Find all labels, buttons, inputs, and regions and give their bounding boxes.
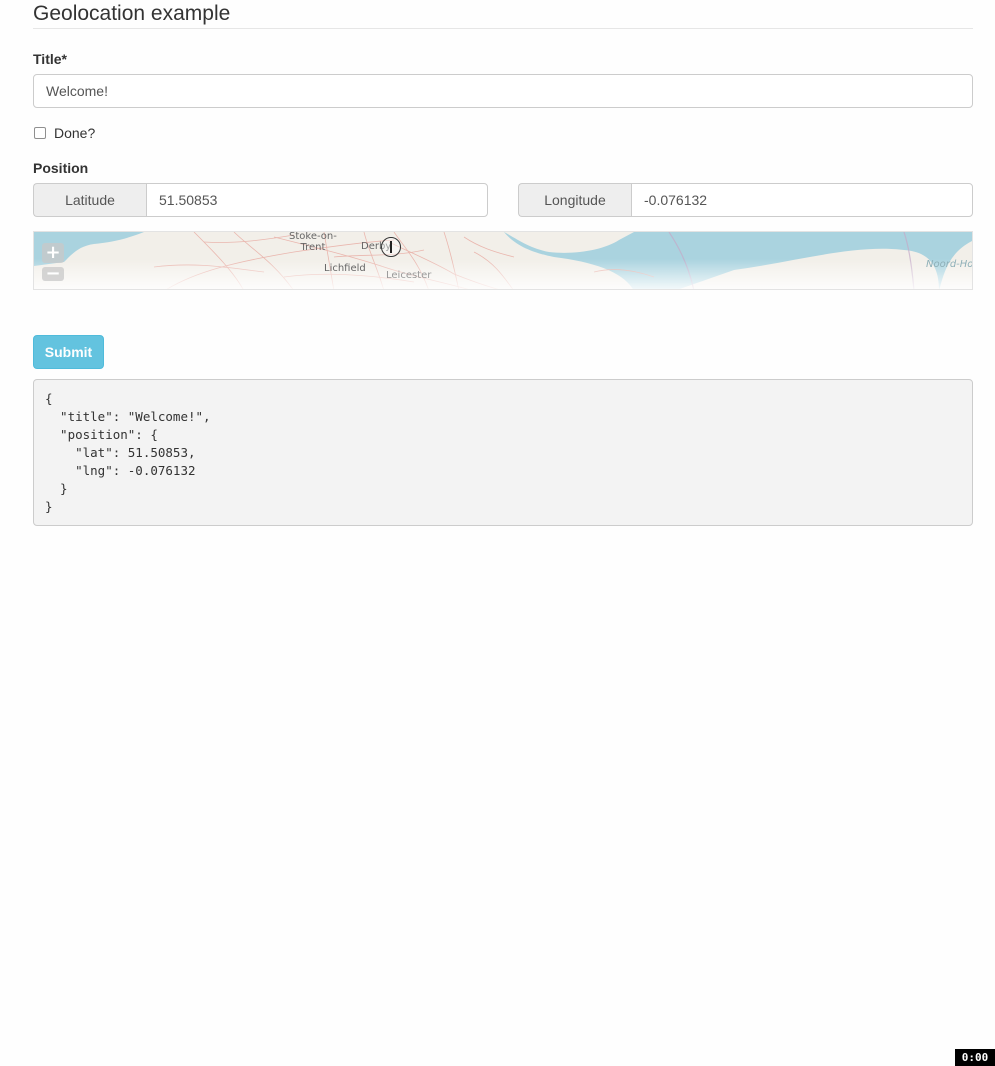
title-divider xyxy=(33,28,973,29)
longitude-input[interactable] xyxy=(631,183,973,217)
map-label-noord: Noord-Ho xyxy=(926,259,973,270)
latitude-group: Latitude xyxy=(33,183,488,217)
submit-button[interactable]: Submit xyxy=(33,335,104,369)
latitude-input[interactable] xyxy=(146,183,488,217)
map-label-leicester: Leicester xyxy=(386,270,432,281)
done-checkbox[interactable] xyxy=(34,127,46,139)
marker-pin xyxy=(390,241,392,253)
zoom-in-button[interactable]: + xyxy=(42,243,64,263)
map-view[interactable]: Stoke-on- Trent Derby Lichfield Leiceste… xyxy=(33,231,973,290)
longitude-group: Longitude xyxy=(518,183,973,217)
location-marker-icon[interactable] xyxy=(381,237,401,257)
map-label-lichfield: Lichfield xyxy=(324,263,366,274)
title-label: Title* xyxy=(33,51,67,67)
position-label: Position xyxy=(33,160,89,176)
longitude-addon: Longitude xyxy=(518,183,631,217)
done-checkbox-row[interactable]: Done? xyxy=(33,124,95,142)
recording-timer: 0:00 xyxy=(955,1049,995,1066)
page: Geolocation example Title* Done? Positio… xyxy=(0,0,995,1066)
latitude-addon: Latitude xyxy=(33,183,146,217)
map-label-stoke: Stoke-on- Trent xyxy=(289,231,337,253)
json-output: { "title": "Welcome!", "position": { "la… xyxy=(33,379,973,526)
zoom-out-button[interactable]: − xyxy=(42,267,64,281)
done-checkbox-label: Done? xyxy=(54,125,96,141)
title-input[interactable] xyxy=(33,74,973,108)
map-tiles xyxy=(34,232,972,289)
page-title: Geolocation example xyxy=(33,2,231,25)
